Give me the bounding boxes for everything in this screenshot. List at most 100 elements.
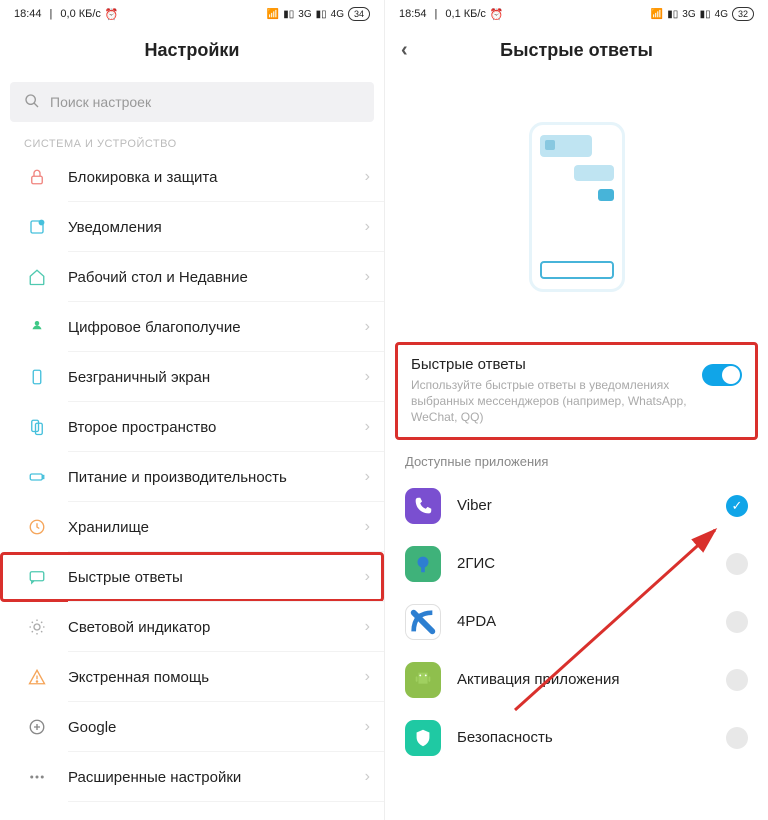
settings-screen: 18:44 | 0,0 КБ/с ⏰ 📶 ▮▯ 3G ▮▯ 4G 34 Наст…: [0, 0, 384, 820]
chevron-right-icon: ›: [365, 168, 370, 186]
app-radio[interactable]: [726, 669, 748, 691]
battery-icon: 34: [348, 7, 370, 21]
status-bar: 18:44 | 0,0 КБ/с ⏰ 📶 ▮▯ 3G ▮▯ 4G 34: [0, 0, 384, 28]
fullscreen-icon: [24, 368, 50, 386]
settings-item-sos[interactable]: Экстренная помощь›: [0, 652, 384, 702]
settings-item-second-space[interactable]: Второе пространство›: [0, 402, 384, 452]
alarm-icon: ⏰: [490, 8, 504, 21]
second-space-icon: [24, 418, 50, 436]
settings-item-wellbeing[interactable]: Цифровое благополучие›: [0, 302, 384, 352]
settings-list: Блокировка и защита›Уведомления›Рабочий …: [0, 152, 384, 802]
item-label: Цифровое благополучие: [68, 319, 365, 336]
app-row-viber[interactable]: Viber ✓: [385, 477, 768, 535]
chevron-right-icon: ›: [365, 468, 370, 486]
2gis-app-icon: [405, 546, 441, 582]
status-speed: 0,0 КБ/с: [60, 8, 101, 20]
4pda-app-icon: [405, 604, 441, 640]
signal-icon: ▮▯: [667, 9, 678, 20]
settings-item-google[interactable]: Google›: [0, 702, 384, 752]
security-app-icon: [405, 720, 441, 756]
signal-icon-2: ▮▯: [700, 9, 711, 20]
quick-replies-toggle-card: Быстрые ответы Используйте быстрые ответ…: [395, 342, 758, 440]
chevron-right-icon: ›: [365, 568, 370, 586]
app-label: Безопасность: [457, 729, 710, 746]
settings-item-lock[interactable]: Блокировка и защита›: [0, 152, 384, 202]
chevron-right-icon: ›: [365, 618, 370, 636]
chevron-right-icon: ›: [365, 268, 370, 286]
storage-icon: [24, 518, 50, 536]
item-label: Уведомления: [68, 219, 365, 236]
settings-item-home[interactable]: Рабочий стол и Недавние›: [0, 252, 384, 302]
battery-icon: [24, 468, 50, 486]
chevron-right-icon: ›: [365, 218, 370, 236]
notifications-icon: [24, 218, 50, 236]
item-label: Расширенные настройки: [68, 769, 365, 786]
status-net1: 3G: [682, 9, 695, 20]
wifi-icon: 📶: [651, 9, 663, 20]
app-label: 2ГИС: [457, 555, 710, 572]
chevron-right-icon: ›: [365, 718, 370, 736]
chevron-right-icon: ›: [365, 768, 370, 786]
app-label: 4PDA: [457, 613, 710, 630]
back-button[interactable]: ‹: [401, 39, 408, 62]
app-radio[interactable]: ✓: [726, 495, 748, 517]
status-time: 18:54: [399, 8, 427, 20]
signal-icon: ▮▯: [283, 9, 294, 20]
page-header: ‹ Быстрые ответы: [385, 28, 768, 72]
app-label: Viber: [457, 497, 710, 514]
chevron-right-icon: ›: [365, 318, 370, 336]
lock-icon: [24, 168, 50, 186]
toggle-desc: Используйте быстрые ответы в уведомления…: [411, 377, 692, 426]
chevron-right-icon: ›: [365, 368, 370, 386]
page-title: Настройки: [0, 28, 384, 72]
section-header: СИСТЕМА И УСТРОЙСТВО: [0, 128, 384, 152]
wifi-icon: 📶: [267, 9, 279, 20]
app-label: Активация приложения: [457, 671, 710, 688]
apps-list: Viber ✓ 2ГИС 4PDA Активация приложения Безопа…: [385, 477, 768, 767]
page-title: Быстрые ответы: [500, 40, 653, 61]
item-label: Хранилище: [68, 519, 365, 536]
status-net2: 4G: [715, 9, 728, 20]
item-label: Питание и производительность: [68, 469, 365, 486]
settings-item-quick-replies[interactable]: Быстрые ответы›: [0, 552, 384, 602]
app-row-activate[interactable]: Активация приложения: [385, 651, 768, 709]
app-row-4pda[interactable]: 4PDA: [385, 593, 768, 651]
status-time: 18:44: [14, 8, 42, 20]
settings-item-notifications[interactable]: Уведомления›: [0, 202, 384, 252]
item-label: Безграничный экран: [68, 369, 365, 386]
wellbeing-icon: [24, 318, 50, 336]
toggle-title: Быстрые ответы: [411, 356, 692, 373]
home-icon: [24, 268, 50, 286]
illustration: [385, 72, 768, 342]
app-radio[interactable]: [726, 611, 748, 633]
settings-item-fullscreen[interactable]: Безграничный экран›: [0, 352, 384, 402]
google-icon: [24, 718, 50, 736]
item-label: Быстрые ответы: [68, 569, 365, 586]
battery-icon: 32: [732, 7, 754, 21]
app-row-security[interactable]: Безопасность: [385, 709, 768, 767]
chevron-right-icon: ›: [365, 518, 370, 536]
item-label: Блокировка и защита: [68, 169, 365, 186]
app-row-2gis[interactable]: 2ГИС: [385, 535, 768, 593]
signal-icon-2: ▮▯: [316, 9, 327, 20]
item-label: Световой индикатор: [68, 619, 365, 636]
settings-item-storage[interactable]: Хранилище›: [0, 502, 384, 552]
status-net2: 4G: [331, 9, 344, 20]
app-radio[interactable]: [726, 727, 748, 749]
quick-replies-toggle[interactable]: [702, 364, 742, 386]
item-label: Рабочий стол и Недавние: [68, 269, 365, 286]
item-label: Второе пространство: [68, 419, 365, 436]
item-label: Google: [68, 719, 365, 736]
search-input[interactable]: [10, 82, 374, 122]
settings-item-advanced[interactable]: Расширенные настройки›: [0, 752, 384, 802]
settings-item-led[interactable]: Световой индикатор›: [0, 602, 384, 652]
led-icon: [24, 618, 50, 636]
settings-item-battery[interactable]: Питание и производительность›: [0, 452, 384, 502]
sos-icon: [24, 668, 50, 686]
chevron-right-icon: ›: [365, 668, 370, 686]
available-apps-label: Доступные приложения: [385, 454, 768, 477]
app-radio[interactable]: [726, 553, 748, 575]
status-bar: 18:54 | 0,1 КБ/с ⏰ 📶 ▮▯ 3G ▮▯ 4G 32: [385, 0, 768, 28]
activate-app-icon: [405, 662, 441, 698]
item-label: Экстренная помощь: [68, 669, 365, 686]
